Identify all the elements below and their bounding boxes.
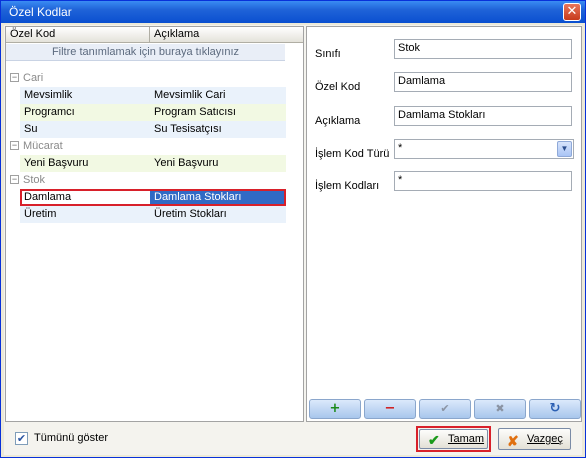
cell-desc: Mevsimlik Cari [154, 89, 226, 101]
check-icon: ✔ [440, 402, 450, 415]
delete-button[interactable]: − [364, 399, 416, 419]
x-icon: ✖ [495, 402, 505, 415]
cell-desc: Su Tesisatçısı [154, 123, 222, 135]
show-all-checkbox[interactable]: ✔ [15, 432, 28, 445]
group-name: Stok [23, 174, 46, 186]
islem-kodlari-label: İşlem Kodları [315, 180, 380, 192]
column-header-aciklama[interactable]: Açıklama [154, 28, 199, 40]
cell-code: Programcı [24, 106, 75, 118]
collapse-icon[interactable]: − [10, 141, 19, 150]
sinifi-field[interactable]: Stok [394, 39, 572, 59]
cell-code: Yeni Başvuru [24, 157, 89, 169]
collapse-icon[interactable]: − [10, 73, 19, 82]
ozel-kod-label: Özel Kod [315, 81, 361, 93]
group-name: Mücarat [23, 140, 63, 152]
x-icon: ✘ [507, 433, 519, 449]
show-all-label: Tümünü göster [34, 432, 108, 444]
cell-desc: Program Satıcısı [154, 106, 236, 118]
cancel-label: Vazgeç [527, 433, 563, 445]
refresh-button[interactable]: ↻ [529, 399, 581, 419]
filter-row[interactable]: Filtre tanımlamak için buraya tıklayınız [6, 44, 285, 61]
column-separator[interactable] [149, 27, 150, 43]
chevron-down-icon[interactable]: ▼ [557, 141, 572, 157]
record-toolbar: + − ✔ ✖ ↻ [309, 399, 581, 419]
cell-code: Üretim [24, 208, 57, 220]
islem-kod-turu-select[interactable]: * ▼ [394, 139, 574, 159]
dialog-window: Özel Kodlar ✕ Özel Kod Açıklama Filtre t… [0, 0, 586, 458]
table-row[interactable]: Su Su Tesisatçısı [20, 121, 286, 138]
islem-kod-turu-value: * [398, 142, 403, 154]
grid-header: Özel Kod Açıklama [6, 27, 303, 43]
group-row-cari[interactable]: − Cari [6, 70, 303, 87]
aciklama-field[interactable]: Damlama Stokları [394, 106, 572, 126]
cancel-edit-button[interactable]: ✖ [474, 399, 526, 419]
title-bar[interactable]: Özel Kodlar ✕ [1, 1, 585, 23]
islem-kod-turu-label: İşlem Kod Türü [315, 148, 390, 160]
cell-code: Mevsimlik [24, 89, 73, 101]
cell-code: Su [24, 123, 38, 135]
plus-icon: + [329, 401, 341, 416]
close-icon[interactable]: ✕ [563, 3, 581, 21]
refresh-icon: ↻ [549, 401, 561, 416]
client-area: Özel Kod Açıklama Filtre tanımlamak için… [4, 25, 582, 455]
islem-kodlari-field[interactable]: * [394, 171, 572, 191]
window-title: Özel Kodlar [9, 5, 72, 19]
collapse-icon[interactable]: − [10, 175, 19, 184]
add-button[interactable]: + [309, 399, 361, 419]
table-row[interactable]: Mevsimlik Mevsimlik Cari [20, 87, 286, 104]
table-row-selected[interactable]: Damlama Damlama Stokları [20, 189, 286, 206]
ozel-kod-field[interactable]: Damlama [394, 72, 572, 92]
table-row[interactable]: Yeni Başvuru Yeni Başvuru [20, 155, 286, 172]
group-row-mucarat[interactable]: − Mücarat [6, 138, 303, 155]
check-icon: ✔ [428, 432, 440, 448]
ok-button[interactable]: ✔ Tamam [419, 429, 488, 449]
cancel-button[interactable]: ✘ Vazgeç [498, 428, 571, 450]
cell-desc: Yeni Başvuru [154, 157, 219, 169]
codes-grid: Özel Kod Açıklama Filtre tanımlamak için… [5, 26, 304, 422]
column-header-ozel-kod[interactable]: Özel Kod [10, 28, 55, 40]
group-name: Cari [23, 72, 44, 84]
detail-form: Sınıfı Stok Özel Kod Damlama Açıklama Da… [306, 26, 582, 422]
sinifi-label: Sınıfı [315, 48, 341, 60]
table-row[interactable]: Üretim Üretim Stokları [20, 206, 286, 223]
cell-code: Damlama [24, 191, 72, 203]
group-row-stok[interactable]: − Stok [6, 172, 303, 189]
cell-desc: Üretim Stokları [154, 208, 227, 220]
ok-label: Tamam [448, 433, 485, 445]
aciklama-label: Açıklama [315, 115, 361, 127]
table-row[interactable]: Programcı Program Satıcısı [20, 104, 286, 121]
ok-button-wrapper: ✔ Tamam [416, 426, 491, 452]
post-button[interactable]: ✔ [419, 399, 471, 419]
cell-desc: Damlama Stokları [150, 191, 284, 204]
minus-icon: − [384, 401, 396, 416]
